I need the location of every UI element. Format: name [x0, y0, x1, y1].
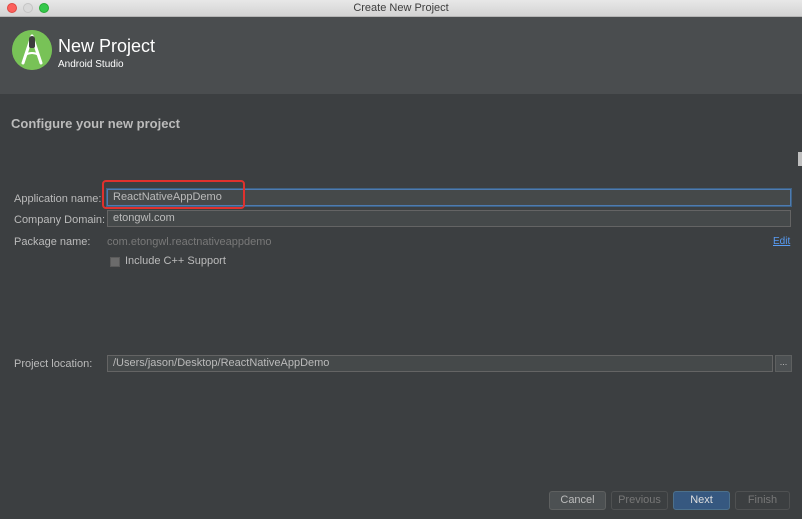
section-title: Configure your new project	[11, 116, 181, 131]
company-domain-input[interactable]: etongwl.com	[107, 210, 791, 227]
company-domain-label: Company Domain:	[14, 214, 106, 226]
title-bar: Create New Project	[0, 0, 802, 17]
application-name-label: Application name:	[14, 193, 102, 205]
edit-package-link[interactable]: Edit	[773, 236, 790, 247]
project-location-label: Project location:	[14, 358, 93, 370]
highlight-annotation	[102, 180, 245, 209]
include-cpp-checkbox[interactable]	[110, 257, 120, 267]
project-location-input[interactable]: /Users/jason/Desktop/ReactNativeAppDemo	[107, 355, 773, 372]
wizard-header: New Project Android Studio	[0, 17, 802, 94]
browse-location-button[interactable]: ...	[775, 355, 792, 372]
cancel-button[interactable]: Cancel	[549, 491, 606, 510]
finish-button[interactable]: Finish	[735, 491, 790, 510]
android-studio-logo-icon	[12, 30, 52, 70]
create-new-project-window: Create New Project New Project Android S…	[0, 0, 802, 519]
previous-button[interactable]: Previous	[611, 491, 668, 510]
package-name-value: com.etongwl.reactnativeappdemo	[107, 236, 272, 248]
next-button[interactable]: Next	[673, 491, 730, 510]
scrollbar-thumb[interactable]	[798, 152, 802, 166]
include-cpp-label[interactable]: Include C++ Support	[125, 255, 226, 267]
package-name-label: Package name:	[14, 236, 91, 248]
header-title: New Project	[58, 36, 156, 56]
window-title: Create New Project	[353, 2, 449, 14]
header-subtitle: Android Studio	[58, 59, 124, 70]
